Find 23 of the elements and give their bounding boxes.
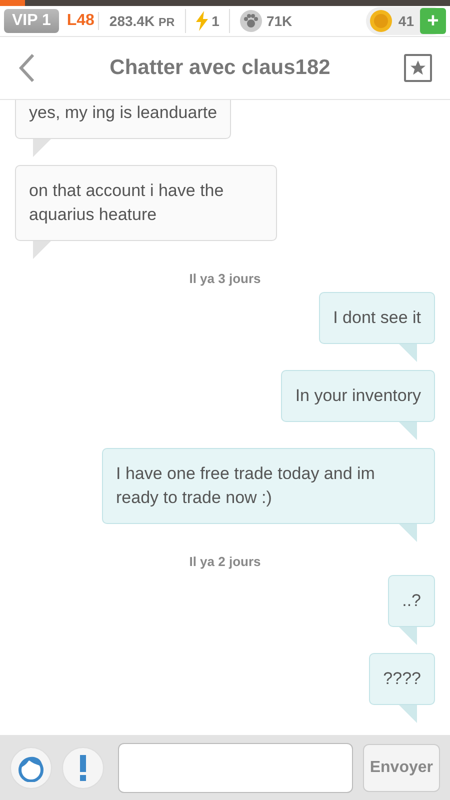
received-message: on that account i have the aquarius heature xyxy=(15,165,277,259)
energy-value: 1 xyxy=(212,13,220,29)
paw-icon xyxy=(240,10,262,32)
report-button[interactable] xyxy=(62,746,104,788)
coin-icon xyxy=(370,10,392,32)
coin-count: 41 xyxy=(398,13,414,29)
vip-badge: VIP 1 xyxy=(4,9,59,33)
back-button[interactable] xyxy=(18,53,36,83)
power-value: 283.4K PR xyxy=(109,13,175,29)
star-icon xyxy=(408,59,427,77)
sent-message: I have one free trade today and im ready to trade now :) xyxy=(102,448,435,542)
chat-title: Chatter avec claus182 xyxy=(110,56,330,80)
level-label: L48 xyxy=(62,12,100,30)
favorite-button[interactable] xyxy=(404,54,432,82)
add-button[interactable]: + xyxy=(420,8,446,34)
exclamation-icon xyxy=(79,754,87,780)
paw-count: 71K xyxy=(266,13,292,29)
timestamp: Il ya 3 jours xyxy=(188,271,262,286)
timestamp: Il ya 2 jours xyxy=(188,554,262,569)
send-button[interactable]: Envoyer xyxy=(362,744,440,792)
message-input[interactable] xyxy=(118,742,353,792)
lightning-icon xyxy=(196,11,208,31)
avatar-button[interactable] xyxy=(10,746,52,788)
